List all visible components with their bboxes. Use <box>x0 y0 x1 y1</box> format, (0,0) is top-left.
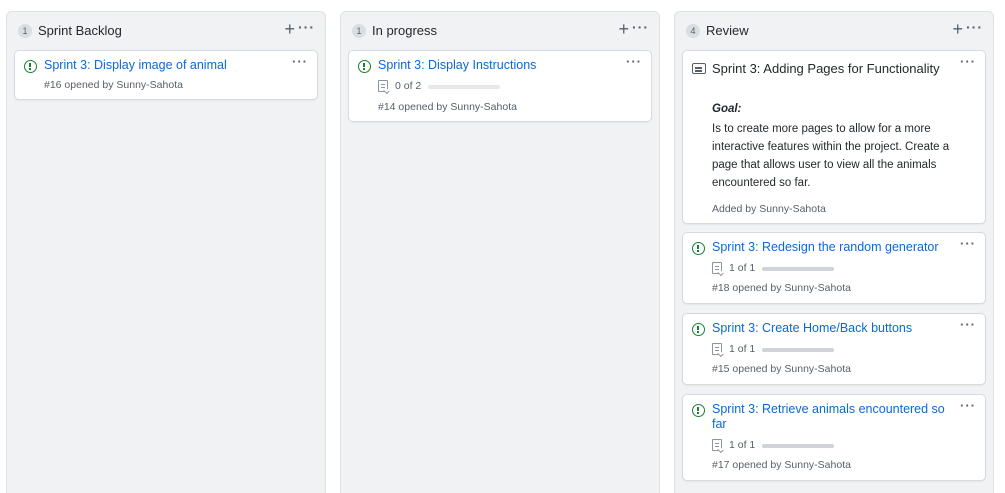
issue-opened-icon <box>692 242 705 255</box>
column-more-options-icon[interactable]: ··· <box>298 19 315 35</box>
column-title: In progress <box>372 23 438 38</box>
checklist-icon <box>712 262 722 274</box>
card-more-options-icon[interactable]: ··· <box>960 54 976 70</box>
task-progress-text: 1 of 1 <box>729 262 756 274</box>
column-review: 4 Review + ··· Sprint 3: Adding Pages fo… <box>674 11 994 493</box>
issue-opened-icon <box>24 60 37 73</box>
issue-opened-icon <box>358 60 371 73</box>
issue-number-text: #15 opened by <box>712 363 785 375</box>
card-more-options-icon[interactable]: ··· <box>960 317 976 333</box>
task-progress-fill <box>762 348 834 352</box>
column-count-badge: 1 <box>18 24 32 38</box>
task-progress-fill <box>762 444 834 448</box>
issue-card[interactable]: Sprint 3: Retrieve animals encountered s… <box>682 394 986 481</box>
column-title: Review <box>706 23 749 38</box>
issue-title-link[interactable]: Sprint 3: Display image of animal <box>44 58 287 73</box>
added-by-text: Added by <box>712 203 760 215</box>
column-more-options-icon[interactable]: ··· <box>966 19 983 35</box>
author-link[interactable]: Sunny-Sahota <box>784 363 851 375</box>
task-progress-bar <box>428 85 500 89</box>
column-more-options-icon[interactable]: ··· <box>632 19 649 35</box>
column-header: 1 Sprint Backlog + ··· <box>7 12 325 50</box>
card-more-options-icon[interactable]: ··· <box>292 54 308 70</box>
issue-opened-icon <box>692 323 705 336</box>
column-title: Sprint Backlog <box>38 23 122 38</box>
issue-opened-icon <box>692 404 705 417</box>
checklist-icon <box>378 80 388 92</box>
task-progress-bar <box>762 267 834 271</box>
issue-title-link[interactable]: Sprint 3: Retrieve animals encountered s… <box>712 402 955 432</box>
issue-meta: #14 opened by Sunny-Sahota <box>378 101 517 114</box>
task-progress-text: 1 of 1 <box>729 439 756 451</box>
note-card[interactable]: Sprint 3: Adding Pages for Functionality… <box>682 50 986 224</box>
issue-number-text: #14 opened by <box>378 101 451 113</box>
note-meta: Added by Sunny-Sahota <box>712 203 826 216</box>
issue-title-link[interactable]: Sprint 3: Create Home/Back buttons <box>712 321 955 336</box>
issue-number-text: #16 opened by <box>44 79 117 91</box>
issue-number-text: #18 opened by <box>712 282 785 294</box>
task-progress-text: 0 of 2 <box>395 80 422 92</box>
issue-card[interactable]: Sprint 3: Create Home/Back buttons ··· 1… <box>682 313 986 385</box>
card-more-options-icon[interactable]: ··· <box>960 398 976 414</box>
column-count-badge: 4 <box>686 24 700 38</box>
task-progress-fill <box>762 267 834 271</box>
card-more-options-icon[interactable]: ··· <box>626 54 642 70</box>
add-card-plus-icon[interactable]: + <box>952 20 963 38</box>
author-link[interactable]: Sunny-Sahota <box>450 101 517 113</box>
issue-title-link[interactable]: Sprint 3: Redesign the random generator <box>712 240 955 255</box>
issue-card[interactable]: Sprint 3: Display Instructions ··· 0 of … <box>348 50 652 122</box>
author-link[interactable]: Sunny-Sahota <box>784 459 851 471</box>
column-sprint-backlog: 1 Sprint Backlog + ··· Sprint 3: Display… <box>6 11 326 493</box>
author-link[interactable]: Sunny-Sahota <box>759 203 826 215</box>
issue-title-link[interactable]: Sprint 3: Display Instructions <box>378 58 621 73</box>
issue-meta: #15 opened by Sunny-Sahota <box>712 363 851 376</box>
card-more-options-icon[interactable]: ··· <box>960 236 976 252</box>
author-link[interactable]: Sunny-Sahota <box>116 79 183 91</box>
author-link[interactable]: Sunny-Sahota <box>784 282 851 294</box>
issue-number-text: #17 opened by <box>712 459 785 471</box>
column-header: 4 Review + ··· <box>675 12 993 50</box>
issue-meta: #18 opened by Sunny-Sahota <box>712 282 851 295</box>
issue-meta: #16 opened by Sunny-Sahota <box>44 79 183 92</box>
add-card-plus-icon[interactable]: + <box>618 20 629 38</box>
note-title: Sprint 3: Adding Pages for Functionality <box>712 61 940 76</box>
task-progress-bar <box>762 348 834 352</box>
checklist-icon <box>712 343 722 355</box>
issue-meta: #17 opened by Sunny-Sahota <box>712 459 851 472</box>
note-body: Is to create more pages to allow for a m… <box>712 123 950 189</box>
column-header: 1 In progress + ··· <box>341 12 659 50</box>
column-count-badge: 1 <box>352 24 366 38</box>
note-icon <box>692 63 706 74</box>
add-card-plus-icon[interactable]: + <box>284 20 295 38</box>
note-goal-label: Goal: <box>712 103 742 115</box>
issue-card[interactable]: Sprint 3: Display image of animal ··· #1… <box>14 50 318 100</box>
task-progress-bar <box>762 444 834 448</box>
issue-card[interactable]: Sprint 3: Redesign the random generator … <box>682 232 986 304</box>
column-in-progress: 1 In progress + ··· Sprint 3: Display In… <box>340 11 660 493</box>
checklist-icon <box>712 439 722 451</box>
task-progress-text: 1 of 1 <box>729 343 756 355</box>
